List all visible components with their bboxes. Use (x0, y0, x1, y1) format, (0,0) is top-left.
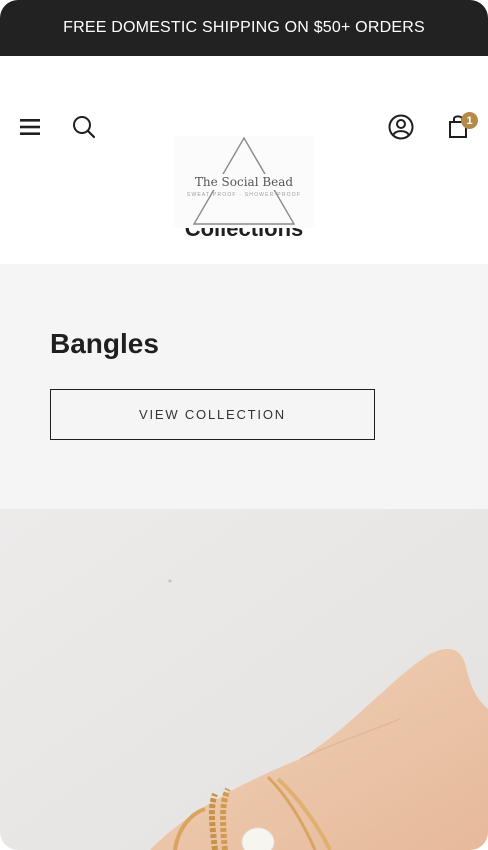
collection-image[interactable] (0, 509, 488, 850)
announcement-bar: FREE DOMESTIC SHIPPING ON $50+ ORDERS (0, 0, 488, 56)
menu-button[interactable] (14, 111, 46, 143)
page-frame: FREE DOMESTIC SHIPPING ON $50+ ORDERS Th… (0, 0, 488, 850)
site-logo[interactable]: The Social Bead SWEAT-PROOF · SHOWER-PRO… (174, 136, 314, 228)
collection-title: Bangles (50, 328, 159, 359)
site-header: The Social Bead SWEAT-PROOF · SHOWER-PRO… (0, 56, 488, 228)
cart-count-badge: 1 (461, 112, 478, 129)
account-icon (388, 114, 414, 140)
collection-card: Bangles VIEW COLLECTION (0, 264, 488, 509)
bracelet-photo (0, 509, 488, 850)
cart-button[interactable]: 1 (440, 109, 478, 145)
logo-tagline: SWEAT-PROOF · SHOWER-PROOF (186, 192, 302, 198)
announcement-text: FREE DOMESTIC SHIPPING ON $50+ ORDERS (63, 19, 425, 36)
account-button[interactable] (384, 109, 418, 145)
view-collection-button[interactable]: VIEW COLLECTION (50, 389, 375, 440)
logo-name: The Social Bead (174, 174, 314, 190)
menu-icon (20, 119, 40, 135)
search-icon (73, 116, 96, 139)
search-button[interactable] (68, 109, 100, 145)
